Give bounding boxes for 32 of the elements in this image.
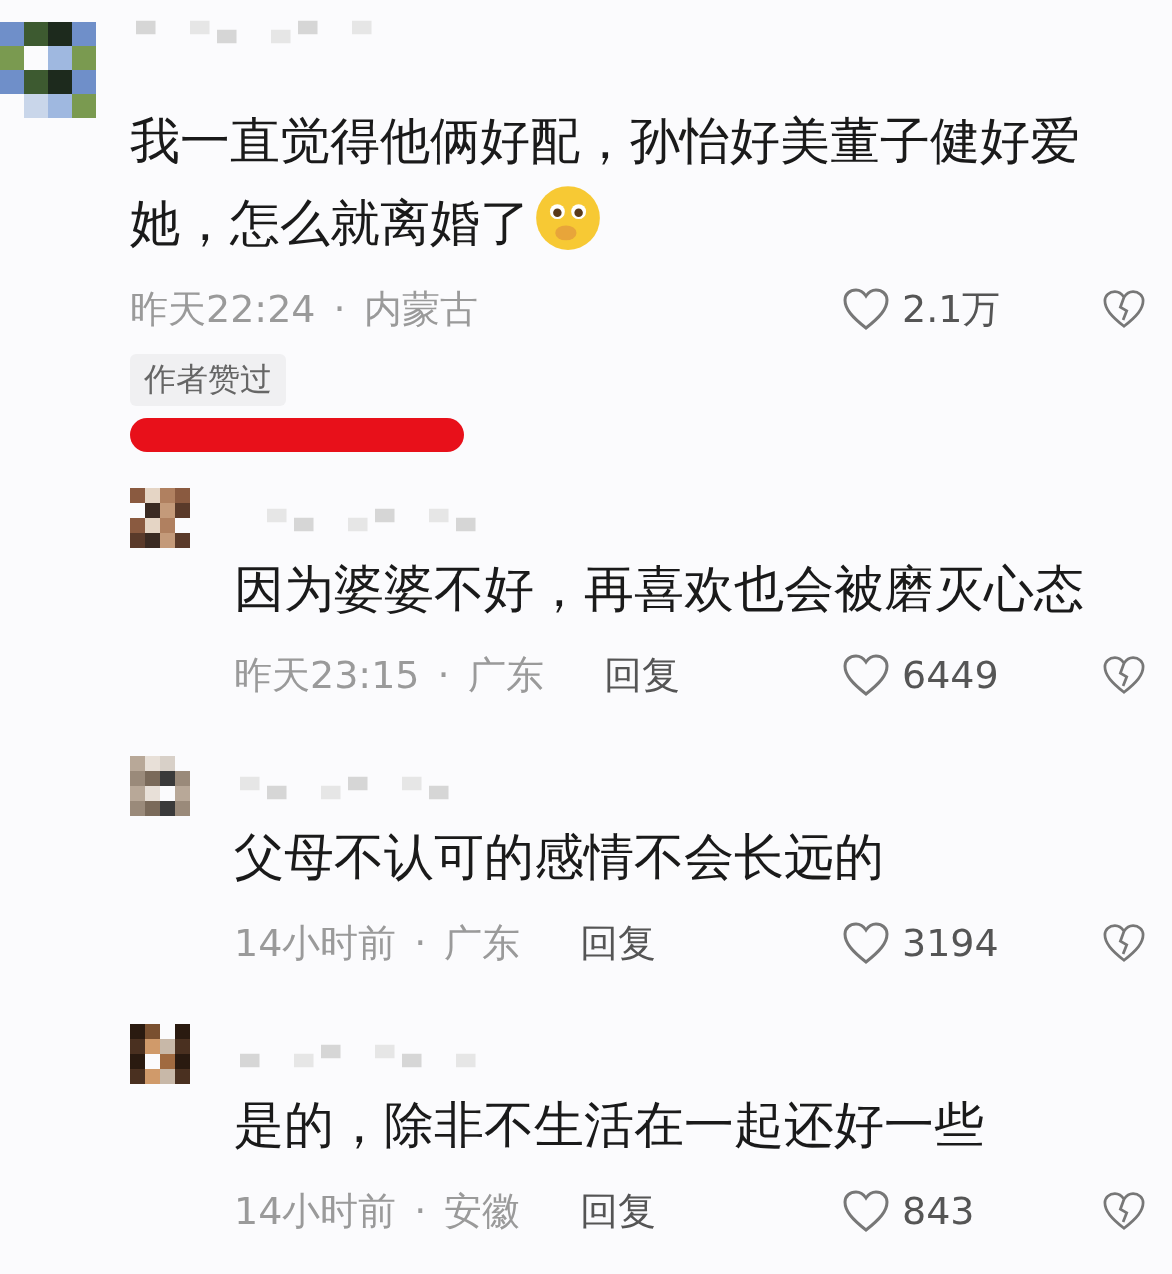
comment-text: 我一直觉得他俩好配，孙怡好美董子健好爱她，怎么就离婚了 (130, 111, 1081, 254)
author-liked-badge: 作者赞过 (130, 354, 286, 406)
comment-time: 昨天23:15 (234, 651, 420, 699)
comment-location: 广东 (467, 651, 544, 699)
separator-dot: · (437, 653, 450, 697)
separator-dot: · (414, 1189, 427, 1233)
comment-location: 内蒙古 (363, 285, 478, 333)
comment-time: 14小时前 (234, 1187, 397, 1235)
broken-heart-icon[interactable] (1102, 655, 1146, 695)
like-count: 2.1万 (902, 285, 1001, 333)
like-count: 6449 (902, 653, 999, 697)
broken-heart-icon[interactable] (1102, 923, 1146, 963)
heart-icon[interactable] (842, 653, 890, 697)
comment-time: 昨天22:24 (130, 285, 316, 333)
heart-icon[interactable] (842, 1189, 890, 1233)
reply-text: 因为婆婆不好，再喜欢也会被磨灭心态 (234, 559, 1085, 620)
heart-icon[interactable] (842, 287, 890, 331)
reply-text: 父母不认可的感情不会长远的 (234, 827, 885, 888)
like-count: 843 (902, 1189, 975, 1233)
reply-link[interactable]: 回复 (580, 1185, 657, 1237)
reply-link[interactable]: 回复 (580, 917, 657, 969)
comment-location: 安徽 (444, 1187, 521, 1235)
comment-time: 14小时前 (234, 919, 397, 967)
reply-text: 是的，除非不生活在一起还好一些 (234, 1095, 985, 1156)
separator-dot: · (333, 287, 346, 331)
broken-heart-icon[interactable] (1102, 1191, 1146, 1231)
comment-location: 广东 (444, 919, 521, 967)
heart-icon[interactable] (842, 921, 890, 965)
broken-heart-icon[interactable] (1102, 289, 1146, 329)
like-count: 3194 (902, 921, 999, 965)
separator-dot: · (414, 921, 427, 965)
reply-link[interactable]: 回复 (603, 649, 680, 701)
